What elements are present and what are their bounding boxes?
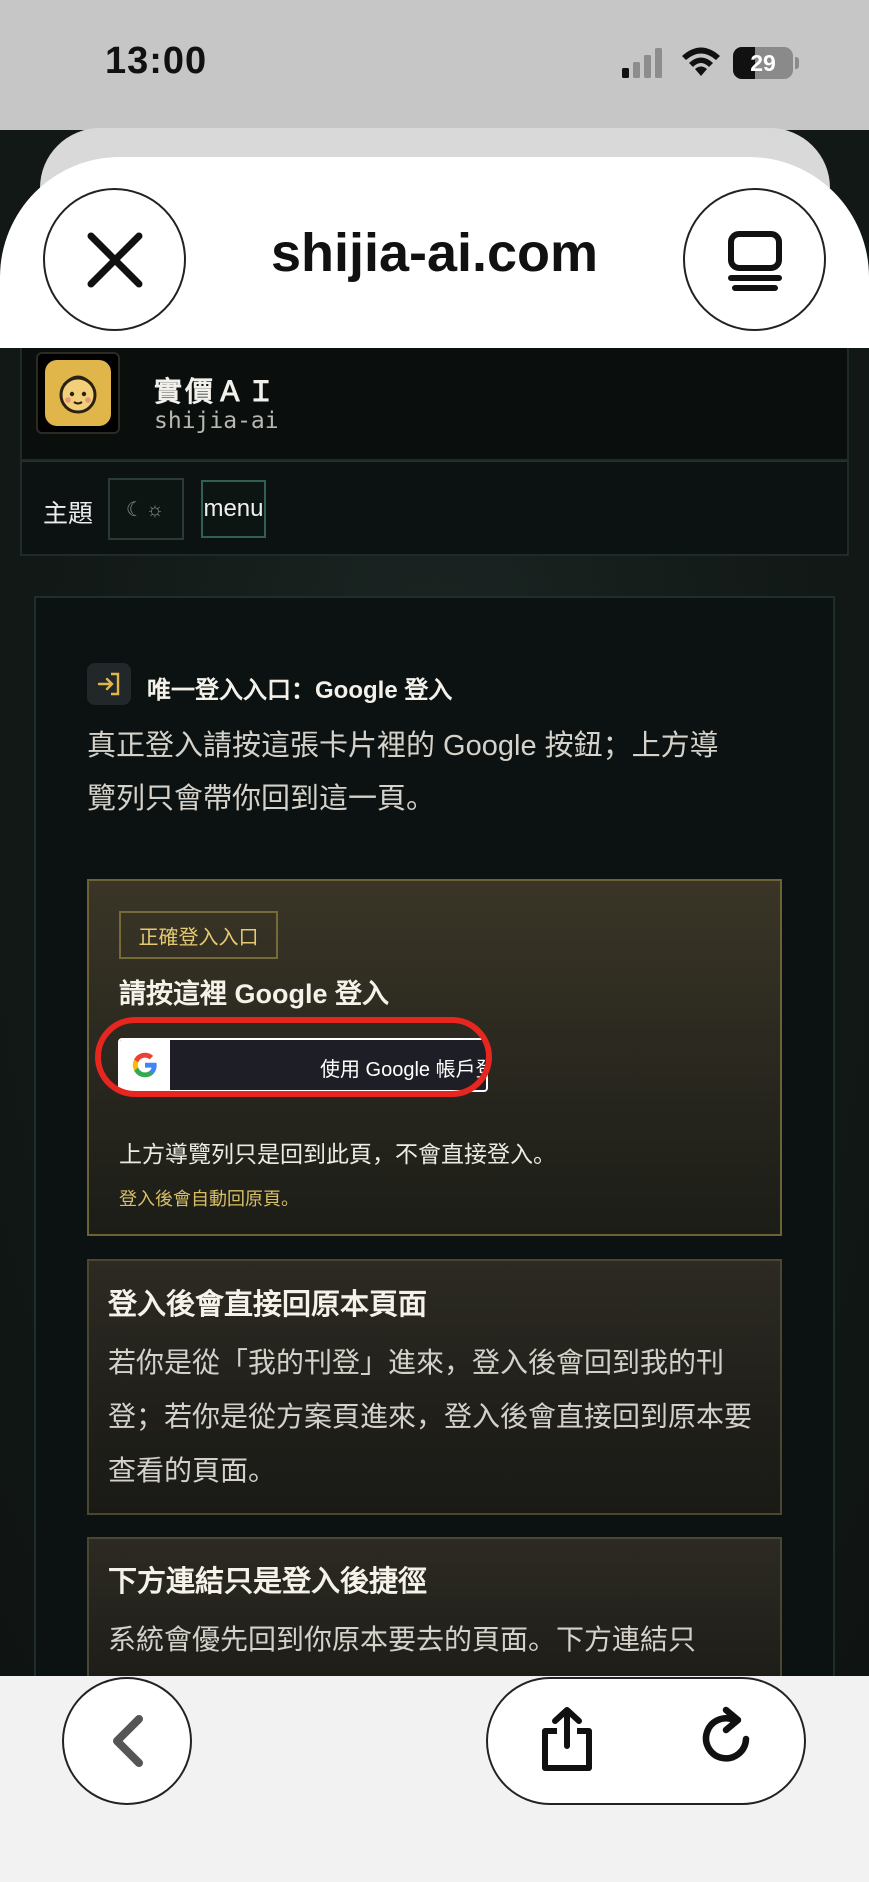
back-icon	[113, 1715, 143, 1767]
correct-entry-badge: 正確登入入口	[119, 911, 278, 959]
login-title: 唯一登入入口：Google 登入	[147, 677, 453, 704]
site-name: 實價ＡＩ	[154, 376, 279, 407]
info-card-body: 系統會優先回到你原本要去的頁面。下方連結只	[108, 1624, 697, 1655]
share-button[interactable]	[537, 1706, 597, 1777]
close-icon	[87, 232, 142, 287]
status-time: 13:00	[105, 40, 208, 82]
reload-icon	[702, 1706, 750, 1762]
battery-icon: 29	[733, 47, 793, 79]
site-subtitle: shijia-ai	[154, 408, 279, 434]
action-pill	[486, 1677, 806, 1805]
google-login-heading: 請按這裡 Google 登入	[119, 979, 389, 1009]
login-icon	[87, 663, 131, 705]
login-description: 真正登入請按這張卡片裡的 Google 按鈕；上方導覽列只會帶你回到這一頁。	[87, 730, 719, 815]
battery-level: 29	[750, 50, 776, 76]
tabs-icon	[727, 230, 782, 291]
nav-note: 上方導覽列只是回到此頁，不會直接登入。	[119, 1141, 556, 1167]
wifi-icon	[680, 44, 722, 83]
back-button[interactable]	[62, 1677, 192, 1805]
tabs-button[interactable]	[683, 188, 826, 331]
highlight-circle	[95, 1017, 492, 1097]
menu-button[interactable]: menu	[201, 480, 266, 538]
url-text[interactable]: shijia-ai.com	[200, 222, 669, 284]
face-logo-icon	[59, 375, 97, 414]
site-header	[20, 348, 849, 461]
theme-toggle-button[interactable]: ☾☼	[108, 478, 184, 540]
reload-button[interactable]	[698, 1706, 758, 1777]
auto-return-hint: 登入後會自動回原頁。	[119, 1189, 299, 1209]
battery-cap	[795, 57, 799, 69]
close-button[interactable]	[43, 188, 186, 331]
info-card-body: 若你是從「我的刊登」進來，登入後會回到我的刊登；若你是從方案頁進來，登入後會直接…	[108, 1347, 753, 1486]
site-logo[interactable]	[36, 352, 120, 434]
theme-label: 主題	[43, 500, 94, 528]
info-card-title: 登入後會直接回原本頁面	[108, 1289, 428, 1321]
share-icon	[542, 1707, 592, 1771]
signal-icon	[622, 48, 664, 83]
info-card-title: 下方連結只是登入後捷徑	[108, 1566, 428, 1598]
